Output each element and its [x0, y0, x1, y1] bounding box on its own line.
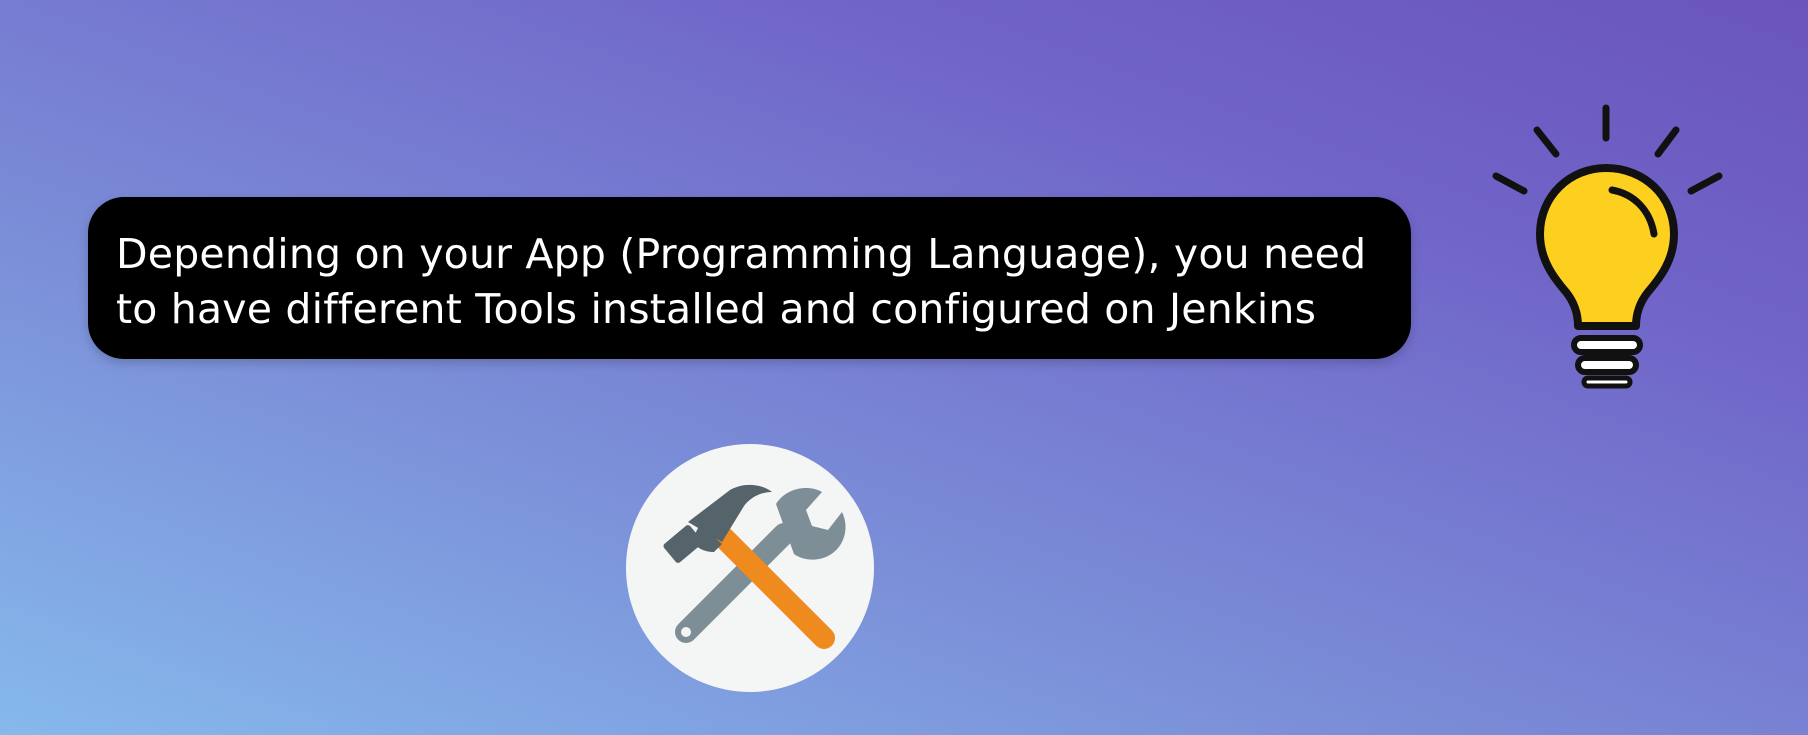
hammer-wrench-icon: [663, 484, 846, 649]
lightbulb-icon: [1484, 100, 1732, 390]
message-line-2: to have different Tools installed and co…: [116, 285, 1317, 333]
message-bubble: Depending on your App (Programming Langu…: [88, 197, 1411, 359]
tools-badge: [626, 444, 874, 692]
slide: Depending on your App (Programming Langu…: [0, 0, 1808, 735]
message-line-1: Depending on your App (Programming Langu…: [116, 230, 1367, 278]
